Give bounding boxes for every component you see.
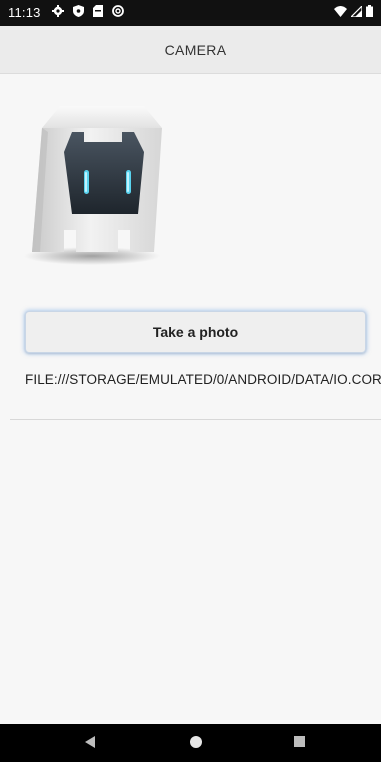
home-icon[interactable] (190, 736, 202, 748)
status-left-icons (52, 5, 124, 17)
take-photo-button[interactable]: Take a photo (25, 311, 366, 353)
status-right-icons (334, 5, 373, 17)
divider (10, 419, 381, 420)
back-icon[interactable] (85, 736, 95, 748)
status-time: 11:13 (8, 5, 41, 20)
title-bar: CAMERA (0, 26, 381, 74)
wifi-icon (334, 5, 347, 17)
signal-icon (351, 5, 362, 17)
recents-icon[interactable] (294, 736, 305, 747)
sd-card-icon (93, 5, 103, 17)
page-title: CAMERA (164, 41, 227, 58)
status-bar: 11:13 (0, 0, 381, 26)
data-saver-icon (112, 5, 124, 17)
nav-bar (0, 724, 381, 762)
cordova-logo-icon (22, 102, 168, 268)
settings-gear-icon (52, 5, 64, 17)
file-path-text: FILE:///STORAGE/EMULATED/0/ANDROID/DATA/… (25, 372, 381, 387)
battery-icon (366, 5, 373, 17)
app-screen: 11:13 CAMERA Take a photo FILE:///STORAG… (0, 0, 381, 762)
shield-icon (73, 5, 84, 17)
